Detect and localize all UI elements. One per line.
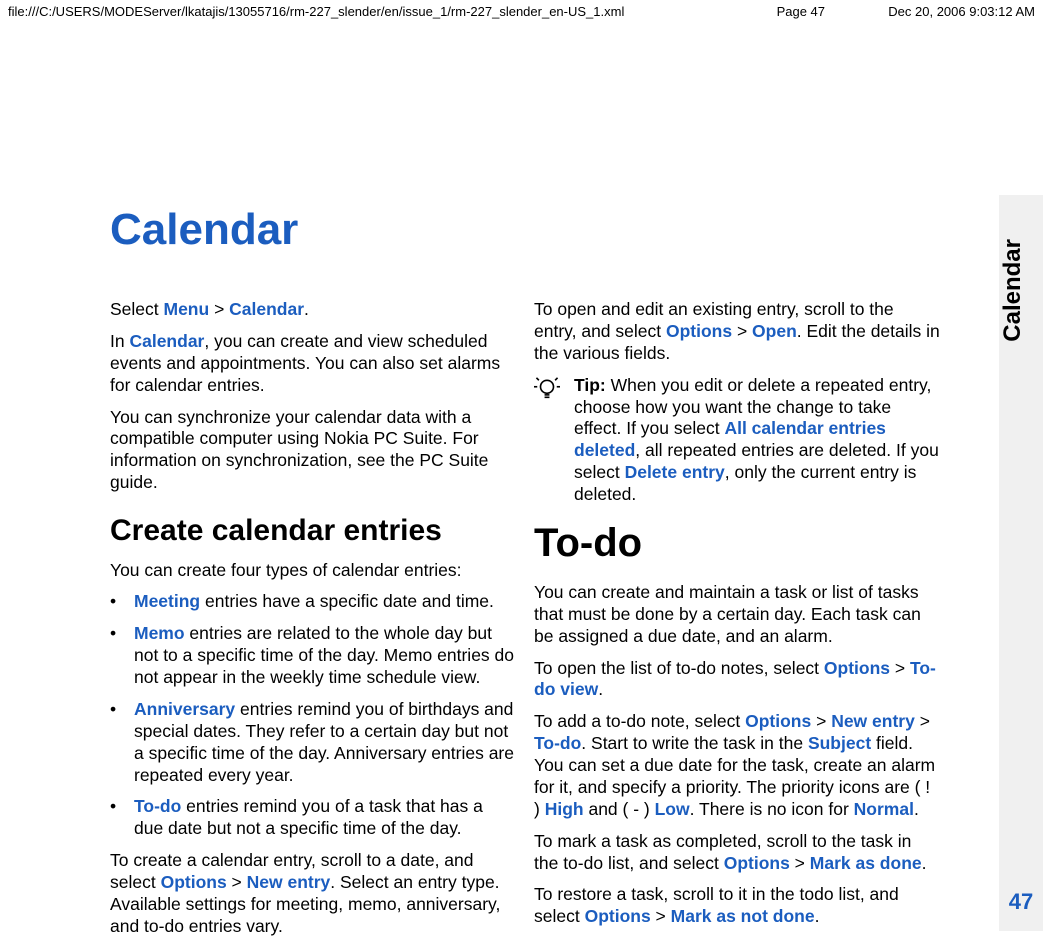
menu-path-menu: Menu	[164, 299, 210, 319]
bullet-icon: •	[110, 591, 134, 613]
document-page: Calendar 47 Calendar Select Menu > Calen…	[0, 25, 1043, 931]
paragraph: In Calendar, you can create and view sch…	[110, 331, 516, 397]
term-delete-entry: Delete entry	[625, 462, 725, 482]
paragraph: You can create four types of calendar en…	[110, 560, 516, 582]
column-right: To open and edit an existing entry, scro…	[534, 295, 940, 948]
menu-path-mark-not-done: Mark as not done	[671, 906, 815, 926]
menu-path-new-entry: New entry	[831, 711, 915, 731]
menu-path-options: Options	[745, 711, 811, 731]
menu-path-open: Open	[752, 321, 797, 341]
paragraph: Select Menu > Calendar.	[110, 299, 516, 321]
term-subject: Subject	[808, 733, 871, 753]
tip-label: Tip:	[574, 375, 611, 395]
term-calendar: Calendar	[129, 331, 204, 351]
bullet-icon: •	[110, 699, 134, 787]
term-normal: Normal	[854, 799, 914, 819]
menu-path-options: Options	[724, 853, 790, 873]
list-item: •Anniversary entries remind you of birth…	[110, 699, 516, 787]
list-item: •To-do entries remind you of a task that…	[110, 796, 516, 840]
tip-block: Tip: When you edit or delete a repeated …	[534, 375, 940, 506]
menu-path-options: Options	[666, 321, 732, 341]
content-area: Calendar Select Menu > Calendar. In Cale…	[110, 205, 940, 948]
timestamp: Dec 20, 2006 9:03:12 AM	[825, 4, 1035, 19]
term-high: High	[545, 799, 584, 819]
menu-path-calendar: Calendar	[229, 299, 304, 319]
paragraph: To mark a task as completed, scroll to t…	[534, 831, 940, 875]
file-path: file:///C:/USERS/MODEServer/lkatajis/130…	[8, 4, 735, 19]
two-column-layout: Select Menu > Calendar. In Calendar, you…	[110, 295, 940, 948]
menu-path-options: Options	[824, 658, 890, 678]
menu-path-options: Options	[161, 872, 227, 892]
list-item: •Meeting entries have a specific date an…	[110, 591, 516, 613]
paragraph: You can create and maintain a task or li…	[534, 582, 940, 648]
paragraph: To restore a task, scroll to it in the t…	[534, 884, 940, 928]
tab-label: Calendar	[999, 239, 1043, 342]
page-indicator: Page 47	[735, 4, 825, 19]
bullet-icon: •	[110, 796, 134, 840]
menu-path-options: Options	[585, 906, 651, 926]
paragraph: To add a to-do note, select Options > Ne…	[534, 711, 940, 820]
paragraph: To create a calendar entry, scroll to a …	[110, 850, 516, 938]
page-title: Calendar	[110, 205, 940, 255]
menu-path-todo: To-do	[534, 733, 581, 753]
menu-path-mark-done: Mark as done	[810, 853, 922, 873]
pdf-header: file:///C:/USERS/MODEServer/lkatajis/130…	[0, 0, 1043, 25]
section-heading-todo: To-do	[534, 518, 940, 568]
paragraph: To open the list of to-do notes, select …	[534, 658, 940, 702]
paragraph: To open and edit an existing entry, scro…	[534, 299, 940, 365]
page-number: 47	[999, 889, 1043, 915]
tip-icon	[534, 375, 574, 506]
term-todo: To-do	[134, 796, 181, 816]
entry-types-list: •Meeting entries have a specific date an…	[110, 591, 516, 840]
bullet-icon: •	[110, 623, 134, 689]
term-meeting: Meeting	[134, 591, 200, 611]
menu-path-new-entry: New entry	[247, 872, 331, 892]
column-left: Select Menu > Calendar. In Calendar, you…	[110, 295, 516, 948]
term-low: Low	[655, 799, 690, 819]
paragraph: You can synchronize your calendar data w…	[110, 407, 516, 495]
tip-text: Tip: When you edit or delete a repeated …	[574, 375, 940, 506]
term-memo: Memo	[134, 623, 185, 643]
section-heading-create: Create calendar entries	[110, 512, 516, 550]
lightbulb-icon	[534, 377, 560, 403]
list-item: •Memo entries are related to the whole d…	[110, 623, 516, 689]
term-anniversary: Anniversary	[134, 699, 235, 719]
thumb-index-tab: Calendar 47	[999, 195, 1043, 931]
